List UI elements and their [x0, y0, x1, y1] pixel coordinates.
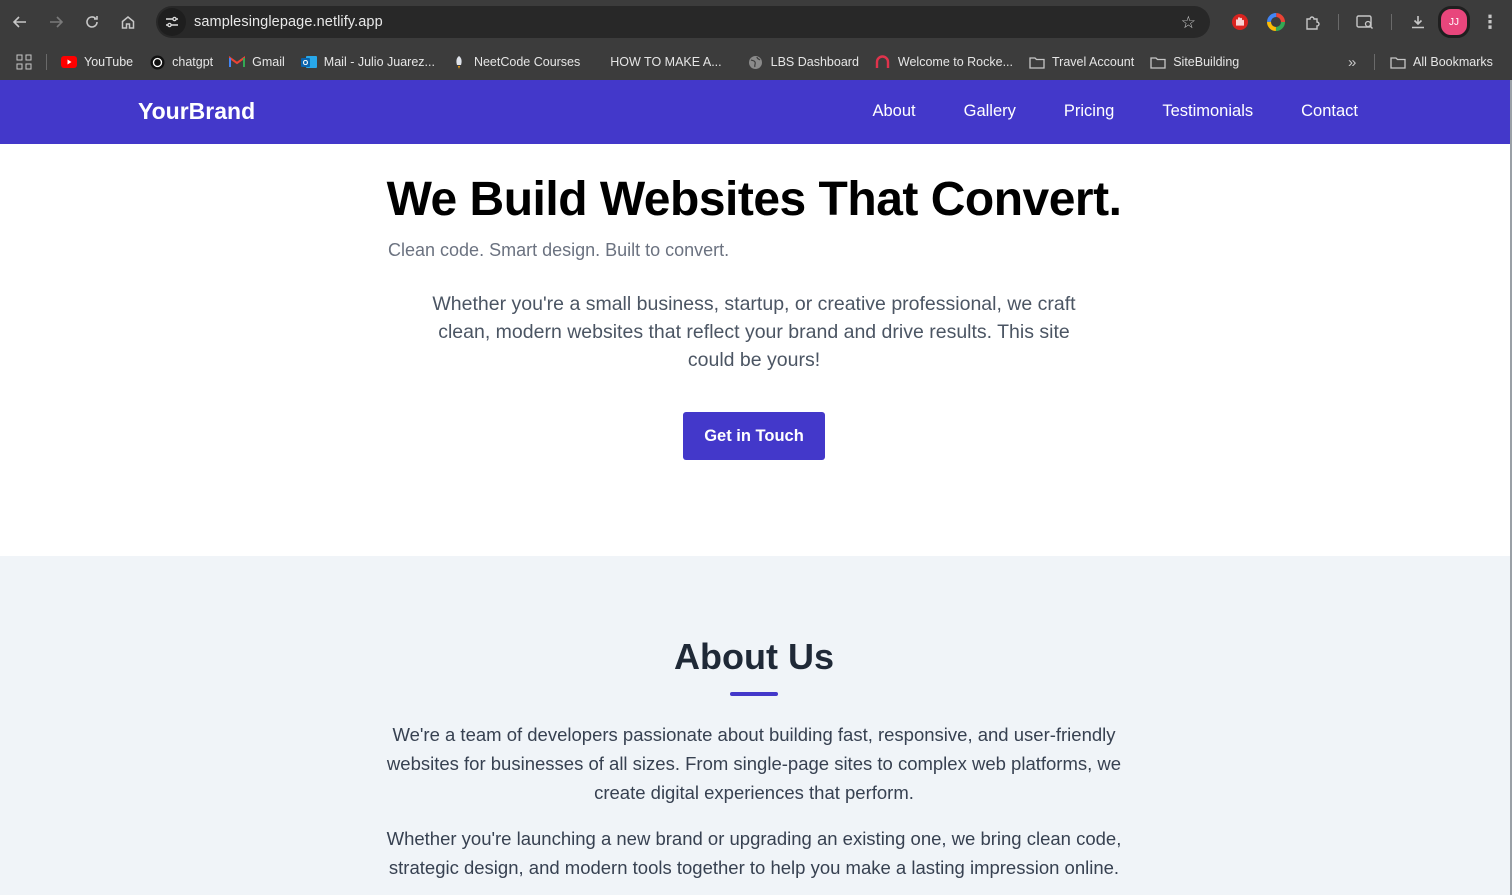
bookmark-chatgpt[interactable]: chatgpt — [141, 48, 221, 76]
bookmark-star-icon[interactable]: ☆ — [1181, 13, 1196, 33]
svg-text:O: O — [303, 60, 309, 67]
extension-hand-icon[interactable] — [1222, 6, 1258, 38]
bookmark-label: HOW TO MAKE A... — [610, 55, 722, 69]
folder-icon — [1390, 54, 1406, 70]
about-paragraph-2: Whether you're launching a new brand or … — [386, 828, 1122, 878]
rocket-icon — [451, 54, 467, 70]
reload-button[interactable] — [74, 6, 110, 38]
chatgpt-icon — [149, 54, 165, 70]
folder-icon — [1150, 54, 1166, 70]
bookmark-label: SiteBuilding — [1173, 55, 1240, 69]
home-icon — [121, 16, 135, 29]
bookmark-label: NeetCode Courses — [473, 55, 581, 69]
site-info-button[interactable] — [158, 8, 186, 36]
nav-link-contact[interactable]: Contact — [1301, 102, 1358, 121]
reload-icon — [86, 16, 98, 28]
site-nav-links: About Gallery Pricing Testimonials Conta… — [873, 102, 1359, 121]
back-button[interactable] — [2, 6, 38, 38]
bookmarks-bar: YouTube chatgpt Gmail O Mail - Julio Jua… — [0, 44, 1512, 80]
tab-search-icon[interactable] — [1347, 6, 1383, 38]
hero-description: Whether you're a small business, startup… — [432, 293, 1076, 371]
gmail-icon — [229, 54, 246, 70]
bookmark-label: Gmail — [252, 55, 285, 69]
bookmark-label: Travel Account — [1052, 55, 1135, 69]
bookmark-how-to-make[interactable]: HOW TO MAKE A... — [588, 48, 729, 76]
arrow-right-icon — [50, 16, 64, 28]
menu-kebab-icon[interactable]: ⋮ — [1472, 6, 1508, 38]
bookmarks-separator — [1374, 54, 1375, 70]
bookmark-lbs-dashboard[interactable]: LBS Dashboard — [730, 48, 867, 76]
hero-section: We Build Websites That Convert. Clean co… — [0, 144, 1510, 556]
browser-toolbar: samplesinglepage.netlify.app ☆ JJ ⋮ — [0, 0, 1512, 44]
arrow-left-icon — [12, 16, 26, 28]
bookmark-neetcode[interactable]: NeetCode Courses — [443, 48, 588, 76]
apps-grid-icon — [16, 54, 32, 70]
hero-tagline: Clean code. Smart design. Built to conve… — [388, 240, 730, 260]
double-chevron-right-icon: » — [1348, 53, 1357, 71]
get-in-touch-button[interactable]: Get in Touch — [683, 412, 825, 460]
extensions-area: JJ ⋮ — [1222, 6, 1508, 38]
bookmarks-overflow-button[interactable]: » — [1340, 48, 1364, 76]
avatar: JJ — [1438, 6, 1470, 38]
bookmark-label: Mail - Julio Juarez... — [323, 55, 435, 69]
bookmark-mail[interactable]: O Mail - Julio Juarez... — [293, 48, 443, 76]
profile-button[interactable]: JJ — [1436, 6, 1472, 38]
nav-link-testimonials[interactable]: Testimonials — [1162, 102, 1253, 121]
toolbar-separator — [1391, 14, 1392, 30]
about-section: About Us We're a team of developers pass… — [0, 556, 1510, 895]
bookmark-label: YouTube — [84, 55, 134, 69]
site-navbar: YourBrand About Gallery Pricing Testimon… — [0, 80, 1510, 144]
nav-link-pricing[interactable]: Pricing — [1064, 102, 1114, 121]
youtube-icon — [61, 54, 77, 70]
bookmark-label: LBS Dashboard — [770, 55, 859, 69]
bookmark-label: chatgpt — [172, 55, 214, 69]
all-bookmarks-label: All Bookmarks — [1413, 55, 1493, 69]
outlook-icon: O — [300, 54, 317, 70]
bookmark-rocket-chat[interactable]: Welcome to Rocke... — [867, 48, 1021, 76]
forward-button[interactable] — [38, 6, 74, 38]
globe-icon — [748, 54, 764, 70]
about-title: About Us — [674, 636, 834, 677]
bookmarks-separator — [46, 54, 47, 70]
extension-color-wheel-icon[interactable] — [1258, 6, 1294, 38]
nav-link-about[interactable]: About — [873, 102, 916, 121]
brand-logo[interactable]: YourBrand — [138, 98, 255, 125]
folder-icon — [1029, 54, 1045, 70]
tune-icon — [166, 16, 178, 28]
toolbar-separator — [1338, 14, 1339, 30]
extensions-puzzle-icon[interactable] — [1294, 6, 1330, 38]
url-text[interactable]: samplesinglepage.netlify.app — [194, 14, 383, 30]
download-icon[interactable] — [1400, 6, 1436, 38]
rocket-chat-icon — [875, 54, 891, 70]
address-bar[interactable]: samplesinglepage.netlify.app ☆ — [156, 6, 1210, 38]
nav-link-gallery[interactable]: Gallery — [964, 102, 1016, 121]
title-underline — [730, 692, 778, 696]
all-bookmarks-button[interactable]: All Bookmarks — [1382, 48, 1501, 76]
home-button[interactable] — [110, 6, 146, 38]
bookmark-label: Welcome to Rocke... — [897, 55, 1013, 69]
bookmark-youtube[interactable]: YouTube — [53, 48, 141, 76]
bookmark-folder-sitebuilding[interactable]: SiteBuilding — [1142, 48, 1247, 76]
bookmark-folder-travel[interactable]: Travel Account — [1021, 48, 1142, 76]
hero-title: We Build Websites That Convert. — [386, 173, 1122, 226]
about-paragraph-1: We're a team of developers passionate ab… — [386, 724, 1122, 803]
bookmark-gmail[interactable]: Gmail — [221, 48, 293, 76]
apps-button[interactable] — [0, 48, 40, 76]
